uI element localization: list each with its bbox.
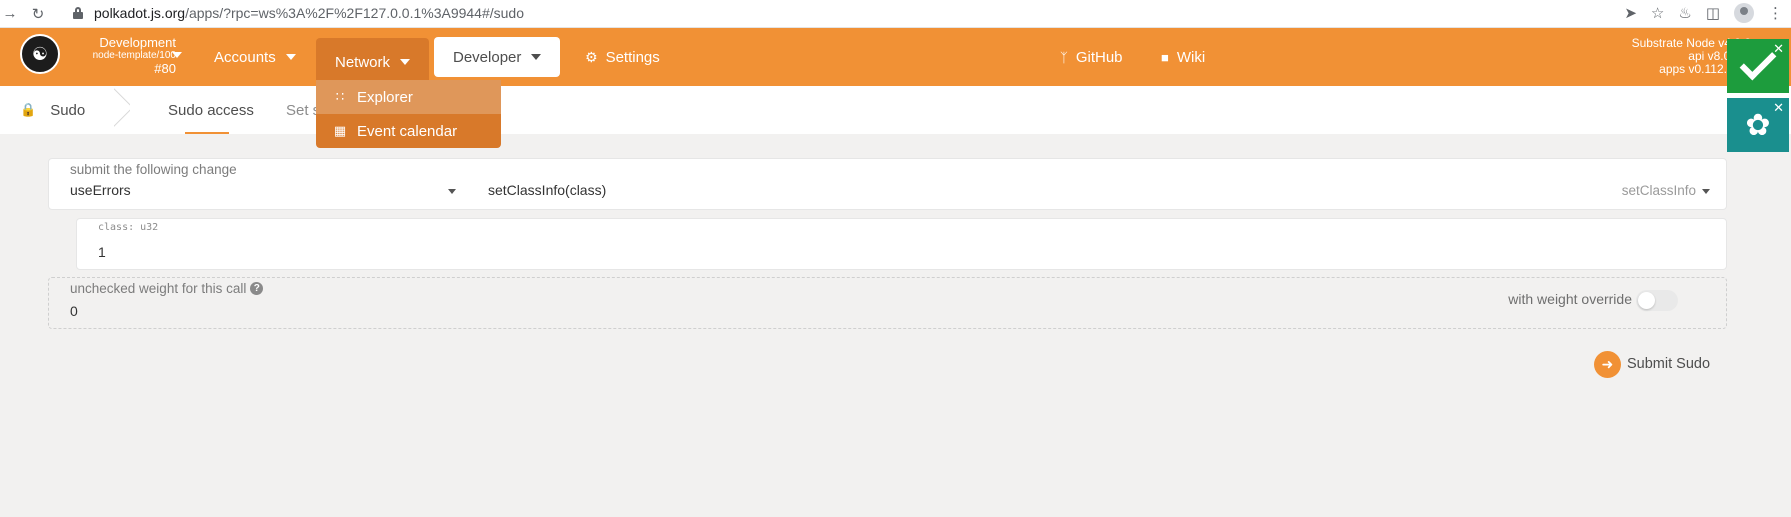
chevron-down-icon[interactable] — [172, 52, 182, 58]
menu-network[interactable]: Network — [316, 38, 430, 86]
menu-developer-label: Developer — [453, 48, 522, 66]
chevron-down-icon[interactable] — [448, 189, 456, 194]
weight-override-toggle[interactable] — [1636, 290, 1678, 311]
menu-settings-label: Settings — [605, 48, 660, 66]
menu-github[interactable]: ᛉ GitHub — [1041, 38, 1142, 76]
chain-block: #80 — [154, 61, 176, 76]
code-branch-icon: ᛉ — [1060, 49, 1068, 65]
menu-wiki-label: Wiki — [1176, 48, 1206, 66]
lock-icon: 🔒 — [20, 102, 37, 117]
send-icon[interactable]: ➤ — [1624, 4, 1637, 22]
check-icon — [1739, 43, 1777, 81]
weight-value: 0 — [70, 303, 78, 319]
method-select[interactable]: setClassInfo(class) — [488, 182, 606, 198]
profile-icon[interactable] — [1734, 3, 1754, 23]
tabs-bar: 🔒 Sudo Sudo access Set s — [0, 86, 1791, 134]
section-title: 🔒 Sudo — [0, 86, 124, 134]
ear-icon: ✿ — [1745, 108, 1771, 142]
menu-github-label: GitHub — [1075, 48, 1123, 66]
override-label: with weight override — [1508, 291, 1632, 307]
chevron-down-icon — [531, 54, 542, 60]
menu-developer[interactable]: Developer — [434, 37, 561, 77]
menu-accounts[interactable]: Accounts — [195, 38, 315, 76]
weight-row: unchecked weight for this call ? 0 with … — [48, 277, 1727, 329]
menu-network-label: Network — [335, 53, 391, 71]
browser-actions: ➤ ☆ ♨ ◫ ⋮ — [1624, 0, 1791, 26]
change-selector: submit the following change useErrors se… — [48, 158, 1727, 210]
help-icon[interactable]: ? — [250, 282, 264, 295]
sign-in-icon: ➜ — [1594, 350, 1621, 378]
lock-icon[interactable] — [72, 7, 84, 19]
menu-accounts-label: Accounts — [214, 48, 276, 66]
weight-label-text: unchecked weight for this call — [70, 281, 247, 296]
chain-name: Development — [99, 35, 176, 50]
url-host: polkadot.js.org — [94, 5, 186, 21]
gear-icon: ⚙ — [585, 48, 598, 65]
param-input[interactable]: 1 — [98, 244, 106, 260]
close-icon[interactable]: ✕ — [1773, 100, 1784, 116]
tab-divider — [114, 86, 130, 134]
tab-sudo-access-label: Sudo access — [168, 101, 254, 119]
kebab-icon[interactable]: ⋮ — [1768, 4, 1783, 22]
url-path: /apps/?rpc=ws%3A%2F%2F127.0.0.1%3A9944#/… — [185, 5, 525, 21]
top-navigation: ☯ Development node-template/100 #80 Acco… — [0, 28, 1791, 86]
submit-sudo-label: Submit Sudo — [1627, 356, 1711, 372]
browser-toolbar: → ↻ polkadot.js.org/apps/?rpc=ws%3A%2F%2… — [0, 0, 1791, 28]
calendar-icon: ▦ — [333, 123, 347, 138]
back-icon[interactable]: → — [0, 5, 20, 22]
submit-sudo-button[interactable]: ➜ Submit Sudo — [1594, 350, 1710, 378]
pallet-select[interactable]: useErrors — [70, 182, 131, 198]
menu-wiki[interactable]: ■ Wiki — [1142, 38, 1224, 76]
book-icon: ■ — [1161, 49, 1169, 65]
param-class-field[interactable]: class: u32 1 — [76, 218, 1727, 270]
chevron-down-icon[interactable] — [1702, 189, 1710, 194]
tab-sudo-access[interactable]: Sudo access — [168, 86, 254, 134]
sidebar-icon[interactable]: ◫ — [1706, 4, 1720, 22]
chain-selector[interactable]: Development node-template/100 #80 — [66, 36, 176, 75]
success-notification[interactable]: ✕ — [1727, 39, 1789, 93]
address-bar[interactable]: polkadot.js.org/apps/?rpc=ws%3A%2F%2F127… — [58, 0, 524, 26]
dropdown-item-label: Event calendar — [357, 122, 458, 140]
menu-settings[interactable]: ⚙ Settings — [566, 38, 679, 76]
dropdown-item-explorer[interactable]: ∷ Explorer — [316, 80, 501, 114]
dropdown-item-label: Explorer — [357, 88, 413, 106]
section-title-label: Sudo — [50, 101, 86, 119]
reload-icon[interactable]: ↻ — [28, 5, 48, 23]
close-icon[interactable]: ✕ — [1773, 41, 1784, 57]
weight-label: unchecked weight for this call ? — [70, 281, 264, 296]
dropdown-item-event-calendar[interactable]: ▦ Event calendar — [316, 114, 501, 148]
chevron-down-icon — [400, 59, 411, 65]
polkadot-logo-icon[interactable]: ☯ — [20, 34, 60, 74]
star-icon[interactable]: ☆ — [1651, 4, 1664, 22]
grid-icon: ∷ — [335, 89, 345, 104]
change-label: submit the following change — [70, 162, 237, 177]
puzzle-icon[interactable]: ♨ — [1678, 4, 1691, 22]
chevron-down-icon — [285, 54, 296, 60]
param-label: class: u32 — [98, 222, 159, 233]
method-hint: setClassInfo — [1621, 183, 1696, 198]
network-dropdown: ∷ Explorer ▦ Event calendar — [316, 80, 501, 148]
accessibility-notification[interactable]: ✿ ✕ — [1727, 98, 1789, 152]
